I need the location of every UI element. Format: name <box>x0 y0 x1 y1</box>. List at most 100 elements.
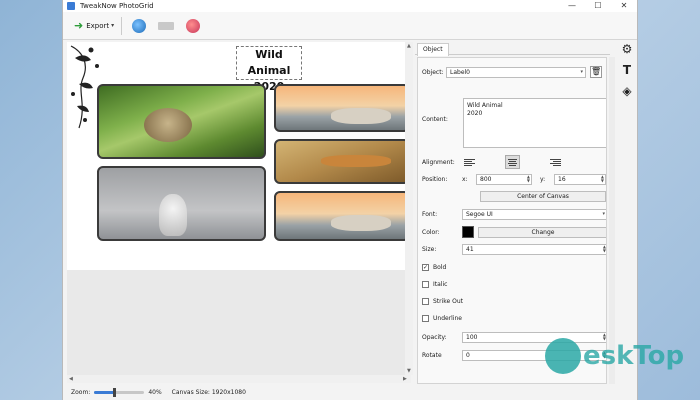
align-right-button[interactable] <box>548 155 563 169</box>
scroll-left-icon[interactable]: ◀ <box>69 376 73 382</box>
gear-icon[interactable]: ⚙ <box>620 42 634 56</box>
italic-row: Italic <box>422 281 447 288</box>
maximize-button[interactable]: ☐ <box>585 0 611 12</box>
zoom-slider-thumb[interactable] <box>113 388 117 397</box>
canvas-vertical-scrollbar[interactable]: ▲ ▼ <box>405 42 413 375</box>
bold-checkbox[interactable]: ✓ <box>422 264 429 271</box>
delete-icon[interactable]: 🗑 <box>590 66 602 78</box>
color-swatch[interactable] <box>462 226 474 238</box>
export-button[interactable]: ➜ Export ▾ <box>71 16 117 36</box>
app-icon <box>67 2 75 10</box>
strikeout-label: Strike Out <box>433 298 464 305</box>
content-textarea[interactable]: Wild Animal 2020 <box>463 98 606 148</box>
zoom-value: 40% <box>148 389 162 396</box>
canvas-horizontal-scrollbar[interactable]: ◀ ▶ <box>67 375 411 383</box>
panel-tabs: Object <box>415 42 610 56</box>
font-row: Font: Segoe UI ▾ <box>422 209 606 220</box>
photo-meerkats-2[interactable] <box>274 191 410 241</box>
bold-label: Bold <box>433 264 447 271</box>
watermark-logo-icon <box>545 338 581 374</box>
object-label: Object: <box>422 68 444 76</box>
content-label: Content: <box>422 116 448 123</box>
align-left-button[interactable] <box>462 155 477 169</box>
chevron-down-icon: ▾ <box>580 68 583 75</box>
export-label: Export <box>86 21 110 30</box>
chevron-down-icon: ▾ <box>602 211 605 217</box>
color-row: Color: Change <box>422 226 606 238</box>
spinner-icon[interactable]: ▲ ▼ <box>603 245 606 253</box>
export-arrow-icon: ➜ <box>74 19 84 32</box>
tab-object[interactable]: Object <box>417 43 449 56</box>
properties-panel: Object Object: Label0 ▾ 🗑 Content: Wild … <box>415 42 615 386</box>
close-button[interactable]: ✕ <box>611 0 637 12</box>
underline-label: Underline <box>433 315 462 322</box>
photo-sloth[interactable] <box>97 84 266 159</box>
font-label: Font: <box>422 211 438 218</box>
photo-owl[interactable] <box>97 166 266 241</box>
label-line-1: Wild Animal <box>247 48 291 77</box>
scroll-up-icon[interactable]: ▲ <box>407 43 411 49</box>
x-label: x: <box>462 176 468 183</box>
y-input[interactable]: 16 ▲ ▼ <box>554 174 606 185</box>
opacity-label: Opacity: <box>422 334 447 341</box>
object-select[interactable]: Label0 ▾ <box>446 66 586 78</box>
underline-row: Underline <box>422 315 462 322</box>
toolbar: ➜ Export ▾ <box>63 12 637 40</box>
text-icon[interactable]: T <box>620 63 634 77</box>
panel-scrollbar[interactable] <box>609 57 615 384</box>
rotate-label: Rotate <box>422 352 442 359</box>
font-select[interactable]: Segoe UI ▾ <box>462 209 606 220</box>
sloth-shape <box>144 108 192 142</box>
meerkats-shape <box>331 108 391 124</box>
center-row: Center of Canvas <box>480 191 606 202</box>
spinner-icon[interactable]: ▲ ▼ <box>601 175 604 183</box>
color-label: Color: <box>422 228 440 236</box>
size-input[interactable]: 41 ▲ ▼ <box>462 244 606 255</box>
people-icon[interactable] <box>186 18 201 33</box>
spinner-icon[interactable]: ▲ ▼ <box>527 175 530 183</box>
underline-checkbox[interactable] <box>422 315 429 322</box>
zoom-slider[interactable] <box>94 388 145 397</box>
watermark-text: eskTop <box>583 341 685 371</box>
layers-icon[interactable]: ◈ <box>620 84 634 98</box>
object-properties: Object: Label0 ▾ 🗑 Content: Wild Animal … <box>417 57 607 384</box>
side-toolbar: ⚙ T ◈ <box>620 42 636 105</box>
strikeout-checkbox[interactable] <box>422 298 429 305</box>
bold-row: ✓ Bold <box>422 264 446 271</box>
status-bar: Zoom: 40% Canvas Size: 1920x1080 <box>63 385 413 400</box>
globe-icon[interactable] <box>132 18 147 33</box>
chevron-down-icon: ▾ <box>111 22 115 29</box>
canvas-text-label[interactable]: Wild Animal 2020 <box>236 46 302 93</box>
y-label: y: <box>540 176 546 183</box>
alignment-row: Alignment: <box>422 155 591 169</box>
align-center-button[interactable] <box>505 155 520 169</box>
content-row: Content: <box>422 116 448 123</box>
toolbar-separator <box>121 16 123 35</box>
opacity-value: 100 <box>466 334 478 341</box>
watermark: eskTop <box>545 338 684 374</box>
italic-label: Italic <box>433 281 448 288</box>
size-row: Size: 41 ▲ ▼ <box>422 244 606 255</box>
font-select-value: Segoe UI <box>466 211 493 218</box>
zoom-label: Zoom: <box>71 389 91 396</box>
collage-canvas[interactable]: Wild Animal 2020 <box>67 42 410 270</box>
photo-lizard[interactable] <box>274 139 410 184</box>
scroll-down-icon[interactable]: ▼ <box>407 368 411 374</box>
scroll-right-icon[interactable]: ▶ <box>403 376 407 382</box>
x-input[interactable]: 800 ▲ ▼ <box>476 174 532 185</box>
y-value: 16 <box>558 176 566 183</box>
strikeout-row: Strike Out <box>422 298 463 305</box>
window-controls: — ☐ ✕ <box>559 0 637 12</box>
center-of-canvas-button[interactable]: Center of Canvas <box>480 191 606 202</box>
rotate-value: 0 <box>466 352 470 359</box>
size-label: Size: <box>422 246 437 253</box>
minimize-button[interactable]: — <box>559 0 585 12</box>
change-color-button[interactable]: Change <box>478 226 606 238</box>
film-icon[interactable] <box>158 21 175 30</box>
lizard-shape <box>321 155 391 167</box>
photo-meerkats-1[interactable] <box>274 84 410 132</box>
italic-checkbox[interactable] <box>422 281 429 288</box>
position-label: Position: <box>422 176 448 183</box>
position-row: Position: x: 800 ▲ ▼ y: 16 ▲ ▼ <box>422 174 606 185</box>
title-bar: TweakNow PhotoGrid — ☐ ✕ <box>63 0 637 12</box>
